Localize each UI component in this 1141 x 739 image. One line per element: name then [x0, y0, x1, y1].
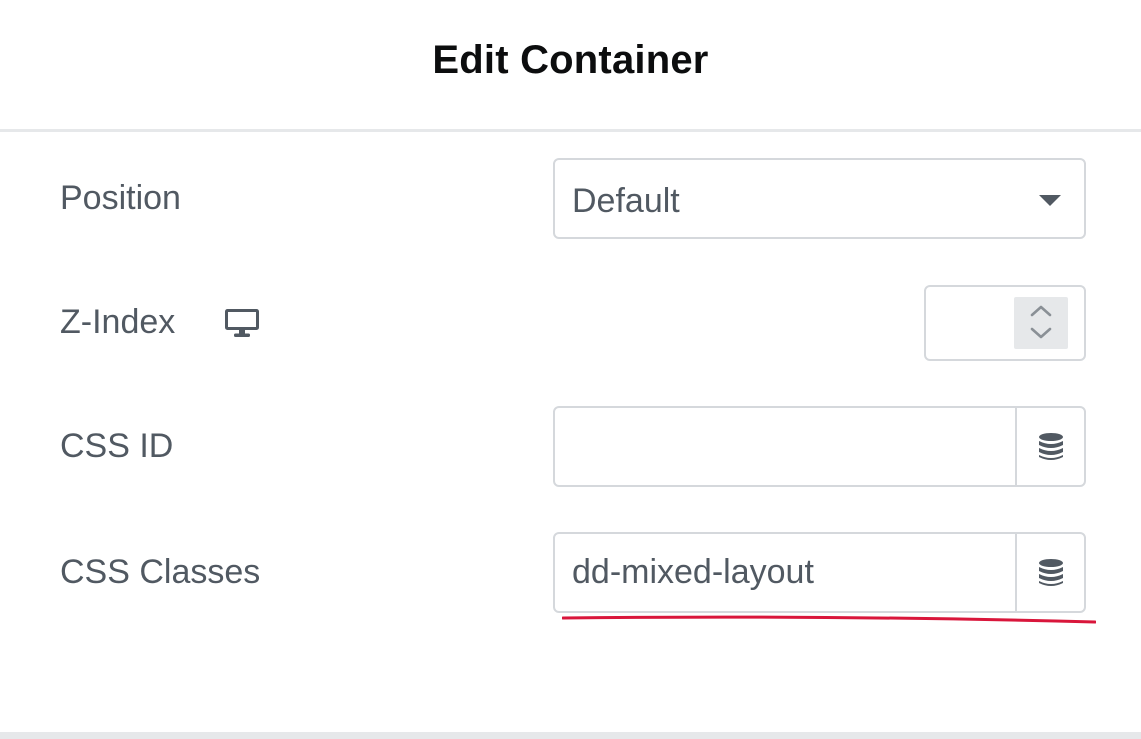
css-id-input[interactable] — [555, 408, 1015, 485]
annotation-underline — [562, 615, 1096, 624]
header-divider — [0, 129, 1141, 132]
css-id-label: CSS ID — [60, 427, 174, 465]
panel-header: Edit Container — [0, 0, 1141, 130]
dynamic-tags-button[interactable] — [1015, 408, 1084, 485]
css-classes-input[interactable] — [555, 534, 1015, 611]
css-classes-label: CSS Classes — [60, 553, 261, 591]
z-index-input[interactable] — [924, 285, 1086, 361]
desktop-icon[interactable] — [224, 308, 260, 338]
database-icon — [1038, 432, 1063, 460]
number-stepper[interactable] — [1014, 297, 1068, 349]
position-select[interactable]: Default — [553, 158, 1086, 239]
stepper-arrows-icon — [1030, 305, 1052, 339]
panel-title: Edit Container — [432, 37, 709, 82]
chevron-down-icon — [1039, 195, 1061, 206]
database-icon — [1038, 558, 1063, 586]
dynamic-tags-button[interactable] — [1015, 534, 1084, 611]
footer-divider — [0, 732, 1141, 739]
css-id-field — [553, 406, 1086, 487]
z-index-label: Z-Index — [60, 303, 176, 341]
position-select-value: Default — [572, 182, 680, 220]
position-label: Position — [60, 179, 181, 217]
css-classes-field — [553, 532, 1086, 613]
